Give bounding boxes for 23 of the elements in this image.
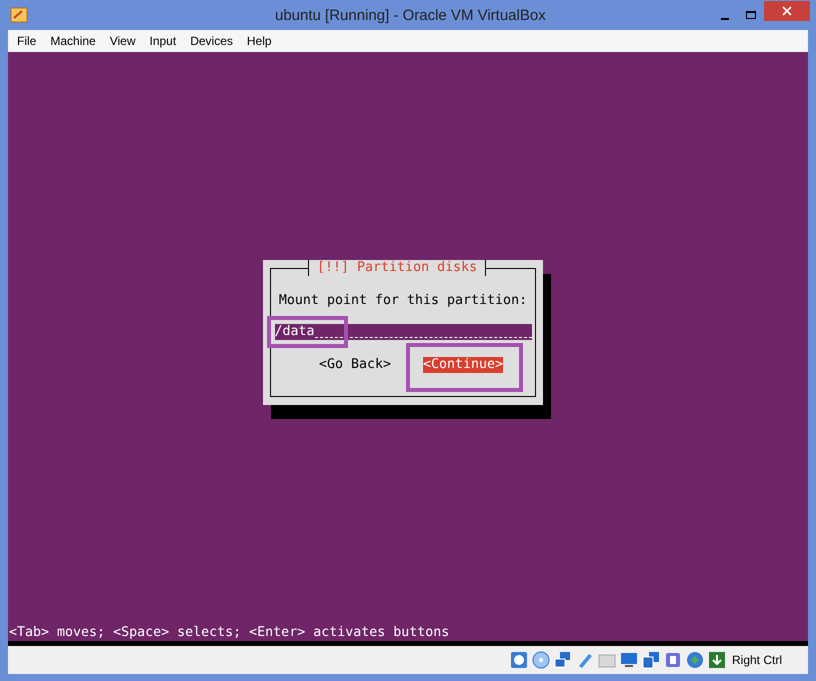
dialog-button[interactable]: <Go Back> [318,357,391,373]
dialog-button[interactable]: <Continue> [423,357,504,373]
menu-item[interactable]: Machine [43,32,103,50]
key-hint-text: <Tab> moves; <Space> selects; <Enter> activates buttons [8,625,450,641]
chip-icon[interactable] [664,651,682,669]
globe-icon[interactable] [686,651,704,669]
host-key-label: Right Ctrl [732,652,782,669]
menu-item[interactable]: Input [142,32,184,50]
menu-item[interactable]: Devices [183,32,240,50]
close-button[interactable] [764,1,810,21]
display-icon[interactable] [620,651,638,669]
menu-item[interactable]: Help [240,32,279,50]
optical-disc-icon[interactable] [532,651,550,669]
app-icon [10,6,28,24]
close-icon [782,6,792,16]
prompt-text: Mount point for this partition: [278,293,528,309]
network-icon[interactable] [554,651,572,669]
mount-point-field[interactable]: /data [274,324,532,340]
window-title: ubuntu [Running] - Oracle VM VirtualBox [275,6,546,26]
menu-item[interactable]: File [10,32,44,50]
dialog-title: [!!] Partition disks [308,260,486,276]
menu-item[interactable]: View [102,32,142,50]
download-icon[interactable] [708,651,726,669]
